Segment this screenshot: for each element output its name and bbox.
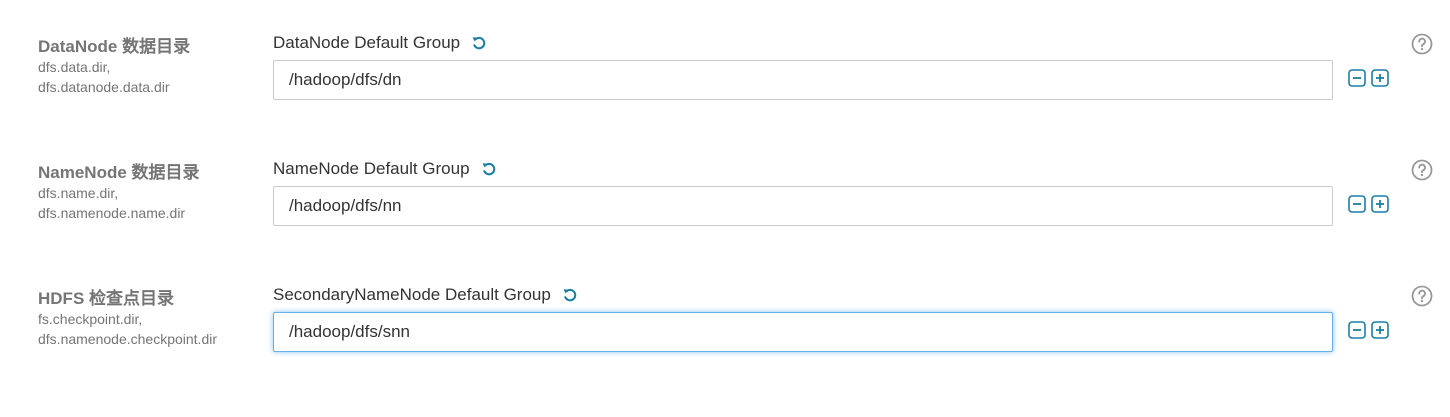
property-display-name: HDFS 检查点目录 <box>38 289 174 308</box>
minus-square-icon[interactable] <box>1348 69 1366 87</box>
question-circle-icon[interactable] <box>1411 285 1433 307</box>
plus-square-icon[interactable] <box>1371 321 1389 339</box>
value-actions <box>1348 195 1389 213</box>
property-display-name: NameNode 数据目录 <box>38 163 200 182</box>
directory-value-input[interactable] <box>273 312 1333 352</box>
directory-value-input[interactable] <box>273 186 1333 226</box>
plus-square-icon[interactable] <box>1371 195 1389 213</box>
config-row-namenode-dir: NameNode 数据目录 dfs.name.dir, dfs.namenode… <box>0 126 1450 252</box>
role-group: SecondaryNameNode Default Group <box>273 285 578 305</box>
role-group-label: NameNode Default Group <box>273 159 470 178</box>
question-circle-icon[interactable] <box>1411 33 1433 55</box>
value-actions <box>1348 321 1389 339</box>
role-group: DataNode Default Group <box>273 33 487 53</box>
property-key: dfs.namenode.name.dir <box>38 205 186 221</box>
role-group: NameNode Default Group <box>273 159 497 179</box>
directory-value-input[interactable] <box>273 60 1333 100</box>
property-keys: fs.checkpoint.dir, dfs.namenode.checkpoi… <box>38 309 217 349</box>
question-circle-icon[interactable] <box>1411 159 1433 181</box>
undo-icon[interactable] <box>481 161 497 177</box>
role-group-label: SecondaryNameNode Default Group <box>273 285 551 304</box>
minus-square-icon[interactable] <box>1348 321 1366 339</box>
role-group-label: DataNode Default Group <box>273 33 461 52</box>
minus-square-icon[interactable] <box>1348 195 1366 213</box>
property-key: fs.checkpoint.dir, <box>38 311 143 327</box>
config-row-datanode-dir: DataNode 数据目录 dfs.data.dir, dfs.datanode… <box>0 0 1450 126</box>
config-row-checkpoint-dir: HDFS 检查点目录 fs.checkpoint.dir, dfs.nameno… <box>0 252 1450 378</box>
undo-icon[interactable] <box>471 35 487 51</box>
property-key: dfs.data.dir, <box>38 59 111 75</box>
property-keys: dfs.name.dir, dfs.namenode.name.dir <box>38 183 185 223</box>
property-display-name: DataNode 数据目录 <box>38 37 191 56</box>
undo-icon[interactable] <box>562 287 578 303</box>
property-key: dfs.name.dir, <box>38 185 119 201</box>
property-key: dfs.datanode.data.dir <box>38 79 170 95</box>
property-key: dfs.namenode.checkpoint.dir <box>38 331 217 347</box>
value-actions <box>1348 69 1389 87</box>
plus-square-icon[interactable] <box>1371 69 1389 87</box>
property-keys: dfs.data.dir, dfs.datanode.data.dir <box>38 57 170 97</box>
